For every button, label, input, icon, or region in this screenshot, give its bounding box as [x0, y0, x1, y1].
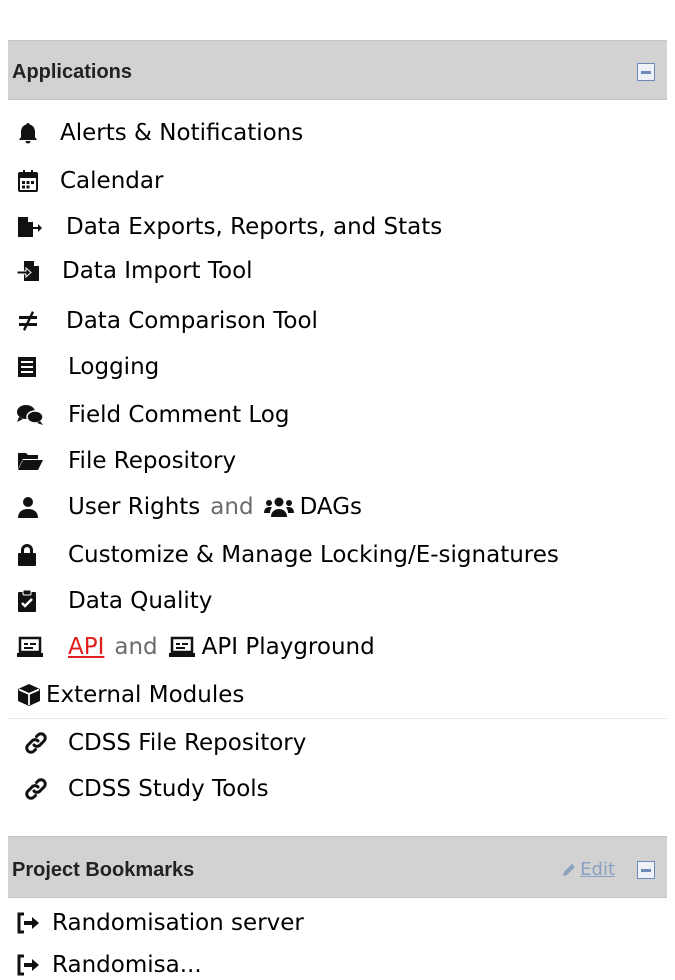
app-item-label: CDSS File Repository	[68, 730, 307, 756]
bookmarks-title: Project Bookmarks	[12, 859, 195, 881]
api-link[interactable]: API	[68, 634, 104, 660]
app-item-data-import[interactable]: Data Import Tool	[16, 256, 253, 286]
applications-header: Applications	[8, 40, 667, 100]
dags-link[interactable]: DAGs	[300, 494, 362, 520]
app-item-calendar[interactable]: Calendar	[16, 166, 163, 196]
laptop-icon	[168, 635, 202, 659]
folder-open-icon	[16, 449, 68, 473]
app-item-logging[interactable]: Logging	[16, 352, 159, 382]
app-item-data-quality[interactable]: Data Quality	[16, 586, 212, 616]
app-item-locking[interactable]: Customize & Manage Locking/E-signatures	[16, 540, 559, 570]
link-icon	[24, 777, 68, 801]
app-item-field-comment-log[interactable]: Field Comment Log	[16, 400, 289, 430]
bookmark-label: Randomisation server	[52, 910, 304, 936]
app-item-label: External Modules	[46, 682, 245, 708]
user-rights-link[interactable]: User Rights	[68, 494, 200, 520]
app-item-cdss-study-tools[interactable]: CDSS Study Tools	[24, 774, 269, 804]
sign-out-icon	[16, 954, 52, 976]
bookmark-item[interactable]: Randomisation server	[16, 908, 304, 938]
edit-label: Edit	[580, 859, 615, 880]
app-item-label: Alerts & Notifications	[60, 120, 304, 146]
app-item-label: Logging	[68, 354, 160, 380]
app-item-label: Data Import Tool	[62, 258, 253, 284]
app-item-user-rights-dags[interactable]: User Rights and DAGs	[16, 492, 362, 522]
app-item-cdss-file-repository[interactable]: CDSS File Repository	[24, 728, 306, 758]
app-item-label: Field Comment Log	[68, 402, 290, 428]
api-playground-link[interactable]: API Playground	[202, 634, 375, 660]
sign-out-icon	[16, 912, 52, 934]
app-item-label: CDSS Study Tools	[68, 776, 269, 802]
file-export-icon	[16, 215, 66, 239]
list-icon	[16, 355, 68, 379]
users-icon	[263, 496, 300, 518]
divider	[8, 718, 667, 719]
app-item-label: Calendar	[60, 168, 164, 194]
applications-title: Applications	[12, 61, 133, 83]
laptop-icon	[16, 635, 68, 659]
app-item-data-comparison[interactable]: Data Comparison Tool	[16, 306, 318, 336]
connector-text: and	[210, 494, 254, 520]
pencil-icon	[563, 863, 576, 876]
app-item-file-repository[interactable]: File Repository	[16, 446, 236, 476]
not-equal-icon	[16, 309, 66, 333]
collapse-applications-button[interactable]	[637, 63, 655, 81]
app-item-label: Data Quality	[68, 588, 213, 614]
bookmark-item[interactable]: Randomisa...	[16, 950, 202, 980]
app-item-api[interactable]: API and API Playground	[16, 632, 375, 662]
app-item-external-modules[interactable]: External Modules	[16, 680, 244, 710]
app-item-label: File Repository	[68, 448, 237, 474]
app-item-label: Customize & Manage Locking/E-signatures	[68, 542, 559, 568]
bell-icon	[16, 121, 60, 145]
lock-icon	[16, 543, 68, 567]
app-item-data-exports[interactable]: Data Exports, Reports, and Stats	[16, 212, 442, 242]
bookmark-label: Randomisa...	[52, 952, 202, 978]
app-item-alerts[interactable]: Alerts & Notifications	[16, 118, 303, 148]
bookmarks-header: Project Bookmarks Edit	[8, 836, 667, 898]
link-icon	[24, 731, 68, 755]
app-item-label: Data Exports, Reports, and Stats	[66, 214, 443, 240]
app-item-label: Data Comparison Tool	[66, 308, 318, 334]
file-import-icon	[16, 259, 62, 283]
cube-icon	[16, 683, 46, 707]
calendar-icon	[16, 169, 60, 193]
clipboard-check-icon	[16, 589, 68, 613]
collapse-bookmarks-button[interactable]	[637, 861, 655, 879]
connector-text: and	[114, 634, 158, 660]
edit-bookmarks-link[interactable]: Edit	[561, 859, 615, 880]
user-icon	[16, 495, 68, 519]
comments-icon	[16, 403, 68, 427]
